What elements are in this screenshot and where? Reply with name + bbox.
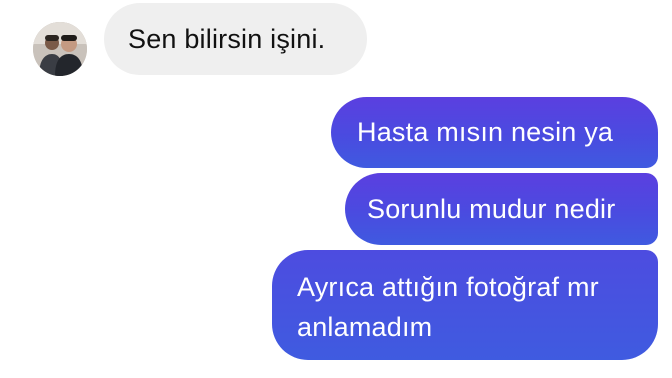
chat-thread: Sen bilirsin işini. Hasta mısın nesin ya… — [0, 0, 672, 378]
incoming-message-bubble[interactable]: Sen bilirsin işini. — [104, 3, 367, 75]
contact-avatar[interactable] — [33, 22, 87, 76]
outgoing-message-bubble[interactable]: Hasta mısın nesin ya — [331, 97, 658, 168]
user-photo-icon — [33, 22, 87, 76]
outgoing-message-text: Sorunlu mudur nedir — [367, 194, 616, 224]
outgoing-message-bubble[interactable]: Ayrıca attığın fotoğraf mr anlamadım — [272, 250, 658, 360]
incoming-message-text: Sen bilirsin işini. — [128, 24, 326, 54]
outgoing-message-text: Ayrıca attığın fotoğraf mr anlamadım — [297, 272, 599, 342]
outgoing-message-bubble[interactable]: Sorunlu mudur nedir — [345, 173, 658, 245]
outgoing-message-text: Hasta mısın nesin ya — [357, 117, 614, 147]
